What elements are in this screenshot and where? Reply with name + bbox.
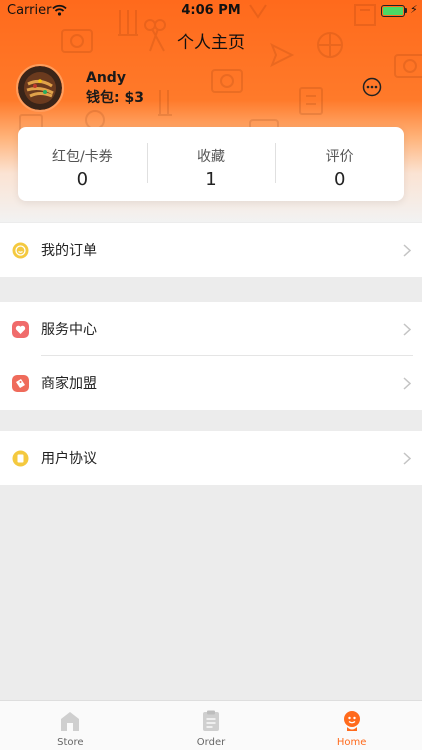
menu-item-merchant[interactable]: 商家加盟 xyxy=(0,356,422,410)
tag-icon xyxy=(12,375,29,392)
store-icon xyxy=(61,712,80,731)
stat-label: 红包/卡券 xyxy=(51,149,113,165)
avatar-food-image xyxy=(18,66,62,110)
menu-label: 我的订单 xyxy=(41,243,97,259)
battery-icon xyxy=(381,5,405,17)
heart-icon xyxy=(12,321,29,338)
orders-group: 我的订单 xyxy=(0,223,422,277)
stat-value: 0 xyxy=(333,169,346,190)
menu-item-agreement[interactable]: 用户协议 xyxy=(0,431,422,485)
tab-order[interactable]: Order xyxy=(141,701,282,750)
stats-card: 红包/卡券 0 收藏 1 评价 0 xyxy=(18,127,404,201)
order-face-icon xyxy=(12,242,29,259)
avatar[interactable] xyxy=(16,64,64,112)
menu-label: 用户协议 xyxy=(41,451,97,467)
home-person-icon xyxy=(343,711,360,731)
battery-cap xyxy=(405,8,407,13)
chevron-right-icon xyxy=(403,452,411,465)
stat-value: 1 xyxy=(205,169,217,190)
status-bar: Carrier 4:06 PM ⚡ xyxy=(0,0,422,22)
tab-label: Home xyxy=(336,737,367,748)
menu-label: 服务中心 xyxy=(41,322,97,338)
tab-home[interactable]: Home xyxy=(281,701,422,750)
stat-favorites[interactable]: 收藏 1 xyxy=(146,127,276,201)
tab-label: Store xyxy=(57,737,84,748)
document-icon xyxy=(12,450,29,467)
chevron-right-icon xyxy=(403,244,411,257)
menu-label: 商家加盟 xyxy=(41,376,97,392)
clipboard-icon xyxy=(203,710,219,731)
menu-item-service[interactable]: 服务中心 xyxy=(0,302,422,356)
stat-reviews[interactable]: 评价 0 xyxy=(275,127,404,201)
tab-store[interactable]: Store xyxy=(0,701,141,750)
user-name: Andy xyxy=(86,70,126,86)
more-icon[interactable] xyxy=(362,77,382,97)
stat-coupons[interactable]: 红包/卡券 0 xyxy=(18,127,147,201)
wallet-balance: 钱包: $3 xyxy=(86,90,144,106)
stat-label: 评价 xyxy=(325,149,354,165)
page-title: 个人主页 xyxy=(177,33,245,53)
stat-value: 0 xyxy=(76,169,89,190)
stat-label: 收藏 xyxy=(197,149,225,165)
tab-bar: Store Order Home xyxy=(0,700,422,750)
agreement-group: 用户协议 xyxy=(0,431,422,485)
status-time: 4:06 PM xyxy=(181,3,241,18)
service-group: 服务中心 商家加盟 xyxy=(0,302,422,410)
chevron-right-icon xyxy=(403,323,411,336)
charging-icon: ⚡ xyxy=(410,3,418,16)
menu-item-orders[interactable]: 我的订单 xyxy=(0,223,422,277)
tab-label: Order xyxy=(196,737,226,748)
chevron-right-icon xyxy=(403,377,411,390)
